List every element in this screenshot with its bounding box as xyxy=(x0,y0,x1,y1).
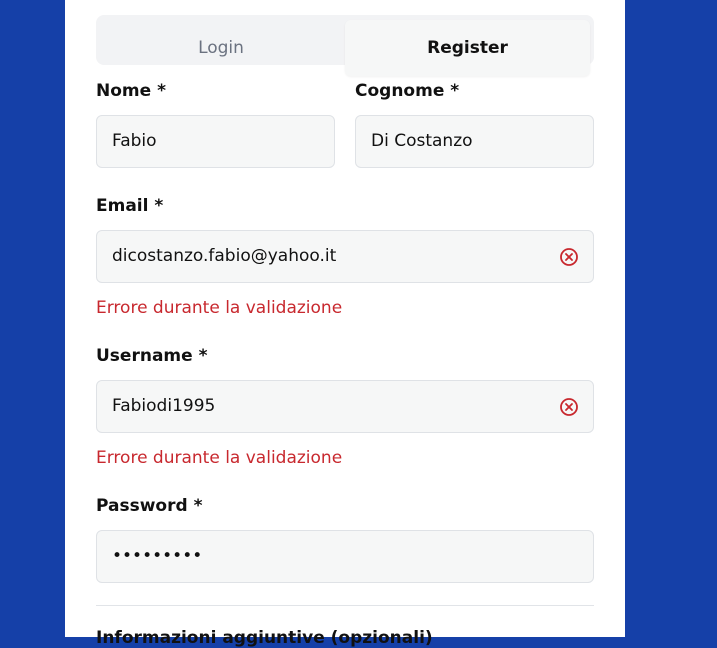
email-label: Email * xyxy=(96,196,164,216)
tab-register[interactable]: Register xyxy=(345,20,590,76)
username-value: Fabiodi1995 xyxy=(112,396,216,416)
error-circle-icon xyxy=(560,398,578,416)
optional-info-heading: Informazioni aggiuntive (opzionali) xyxy=(96,628,433,648)
first-name-field[interactable]: Fabio xyxy=(96,115,335,168)
last-name-field[interactable]: Di Costanzo xyxy=(355,115,594,168)
email-error-message: Errore durante la validazione xyxy=(96,298,343,318)
email-value: dicostanzo.fabio@yahoo.it xyxy=(112,246,337,266)
username-label: Username * xyxy=(96,346,208,366)
error-circle-icon xyxy=(560,248,578,266)
password-label: Password * xyxy=(96,496,203,516)
register-card: Login Register Nome * Fabio Cognome * Di… xyxy=(65,0,625,648)
password-field[interactable]: ••••••••• xyxy=(96,530,594,583)
last-name-label: Cognome * xyxy=(355,81,460,101)
first-name-label: Nome * xyxy=(96,81,166,101)
auth-tabs: Login Register xyxy=(96,15,594,76)
tab-login[interactable]: Login xyxy=(96,15,346,65)
email-field[interactable]: dicostanzo.fabio@yahoo.it xyxy=(96,230,594,283)
section-divider xyxy=(96,605,594,606)
username-field[interactable]: Fabiodi1995 xyxy=(96,380,594,433)
username-error-message: Errore durante la validazione xyxy=(96,448,343,468)
